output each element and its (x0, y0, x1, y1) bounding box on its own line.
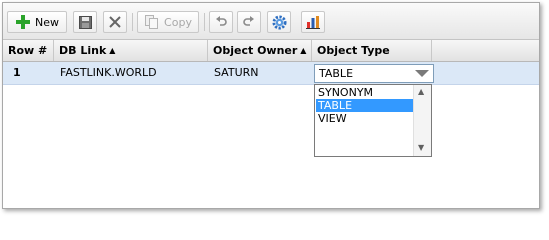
chart-button[interactable] (301, 11, 325, 33)
object-type-select-value: TABLE (319, 67, 354, 80)
column-header-db-link[interactable]: DB Link ▲ (54, 40, 208, 61)
dropdown-scrollbar[interactable]: ▲ ▼ (413, 85, 431, 156)
new-button-label: New (35, 15, 59, 29)
delete-button[interactable] (103, 11, 127, 33)
toolbar-separator (204, 13, 205, 31)
undo-icon (213, 14, 229, 30)
delete-x-icon (107, 14, 123, 30)
undo-button[interactable] (209, 11, 233, 33)
copy-button-label: Copy (164, 15, 192, 29)
grid-header: Row # DB Link ▲ Object Owner ▲ Object Type (3, 40, 539, 62)
dropdown-option-view[interactable]: VIEW (316, 112, 413, 125)
grid-panel: New Copy Row # DB Link ▲ Object Owner ▲ … (2, 2, 540, 209)
scroll-up-icon[interactable]: ▲ (418, 88, 424, 96)
toolbar-separator (132, 13, 133, 31)
scroll-down-icon[interactable]: ▼ (418, 144, 424, 152)
row-number-cell: 1 (13, 66, 21, 79)
sort-ascending-icon: ▲ (109, 46, 116, 55)
column-header-label: Row # (8, 44, 48, 57)
redo-button[interactable] (237, 11, 261, 33)
column-header-object-type[interactable]: Object Type (312, 40, 432, 61)
column-header-label: Object Type (317, 44, 390, 57)
column-header-row-num[interactable]: Row # (3, 40, 54, 61)
db-link-cell[interactable]: FASTLINK.WORLD (54, 62, 208, 84)
gear-icon (271, 14, 287, 30)
dropdown-option-synonym[interactable]: SYNONYM (316, 86, 413, 99)
column-header-object-owner[interactable]: Object Owner ▲ (208, 40, 312, 61)
bar-chart-icon (305, 14, 321, 30)
new-button[interactable]: New (7, 11, 67, 33)
object-owner-cell[interactable]: SATURN (208, 62, 312, 84)
object-type-dropdown-list[interactable]: SYNONYM TABLE VIEW ▲ ▼ (314, 84, 432, 157)
toolbar: New Copy (3, 3, 539, 40)
redo-icon (241, 14, 257, 30)
object-type-select[interactable]: TABLE (314, 64, 434, 83)
column-header-label: DB Link (59, 44, 107, 57)
settings-button[interactable] (267, 11, 291, 33)
copy-icon (144, 14, 160, 30)
table-row[interactable]: 1 FASTLINK.WORLD SATURN TABLE (3, 62, 539, 85)
save-icon (77, 14, 93, 30)
save-button[interactable] (73, 11, 97, 33)
sort-ascending-icon: ▲ (300, 46, 307, 55)
column-header-label: Object Owner (213, 44, 298, 57)
copy-button[interactable]: Copy (137, 11, 199, 33)
dropdown-option-table[interactable]: TABLE (316, 99, 413, 112)
plus-icon (15, 14, 31, 30)
chevron-down-icon[interactable] (415, 70, 429, 77)
